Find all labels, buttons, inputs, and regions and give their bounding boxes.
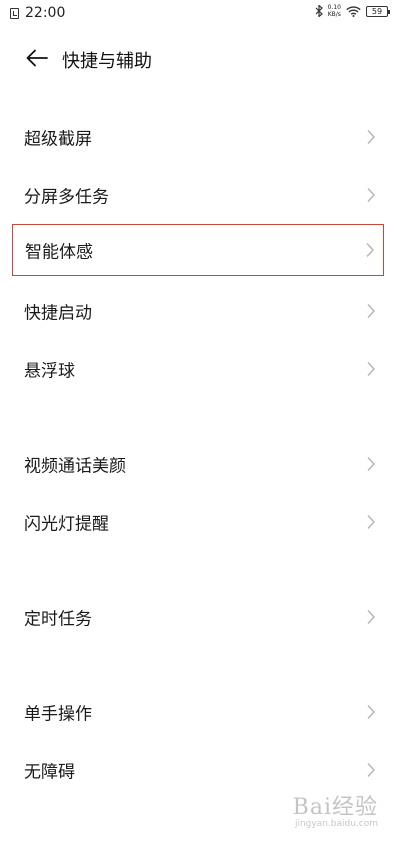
chevron-right-icon [366,243,374,257]
chevron-right-icon [367,457,375,471]
list-item-label: 快捷启动 [24,303,92,324]
chevron-right-icon [367,362,375,376]
network-speed-value: 0.10 [327,4,341,11]
chevron-right-icon [367,515,375,529]
network-speed: 0.10 KB/s [328,4,341,18]
battery-icon: 59 [366,5,390,17]
status-bar: 22:00 0.10 KB/s 59 [0,0,402,28]
list-item-label: 超级截屏 [24,129,92,150]
bluetooth-icon [315,5,323,17]
wifi-icon [346,5,361,17]
page-title: 快捷与辅助 [62,51,152,72]
list-item-one-handed-mode[interactable]: 单手操作 [12,688,384,736]
list-item-flash-reminder[interactable]: 闪光灯提醒 [12,498,384,546]
list-item-label: 视频通话美颜 [24,456,126,477]
back-button[interactable] [22,44,52,72]
list-item-smart-motion[interactable]: 智能体感 [12,224,384,276]
baidu-jingyan-watermark: Bai经验 jingyan.baidu.com [293,789,378,829]
screen: 22:00 0.10 KB/s 59 快捷与辅助 超级截屏 分屏多任务 智能体感… [0,0,402,841]
list-item-label: 单手操作 [24,704,92,725]
status-left: 22:00 [10,5,65,21]
list-item-video-call-beauty[interactable]: 视频通话美颜 [12,440,384,488]
back-arrow-icon [26,49,48,67]
chevron-right-icon [367,304,375,318]
list-item-label: 无障碍 [24,762,75,783]
list-item-super-screenshot[interactable]: 超级截屏 [12,113,384,161]
list-item-split-screen[interactable]: 分屏多任务 [12,171,384,219]
status-time: 22:00 [25,5,66,21]
list-item-accessibility[interactable]: 无障碍 [12,746,384,794]
status-right: 0.10 KB/s 59 [315,4,390,18]
chevron-right-icon [367,130,375,144]
chevron-right-icon [367,610,375,624]
battery-level: 59 [371,6,383,16]
list-item-quick-launch[interactable]: 快捷启动 [12,287,384,335]
list-item-scheduled-tasks[interactable]: 定时任务 [12,593,384,641]
header: 快捷与辅助 [0,38,402,78]
list-item-label: 智能体感 [25,242,93,263]
chevron-right-icon [367,188,375,202]
chevron-right-icon [367,763,375,777]
chevron-right-icon [367,705,375,719]
watermark-url: jingyan.baidu.com [294,819,378,829]
list-item-label: 分屏多任务 [24,187,109,208]
network-speed-unit: KB/s [327,11,341,18]
list-item-label: 定时任务 [24,609,92,630]
list-item-floating-ball[interactable]: 悬浮球 [12,345,384,393]
sim-card-icon [10,7,19,19]
watermark-logo: Bai经验 [292,795,378,820]
list-item-label: 闪光灯提醒 [24,514,109,535]
list-item-label: 悬浮球 [24,361,75,382]
